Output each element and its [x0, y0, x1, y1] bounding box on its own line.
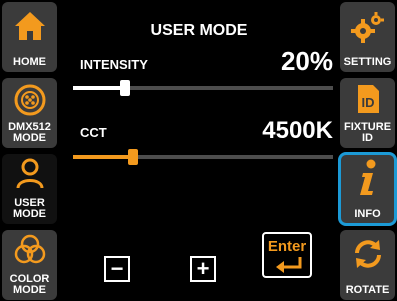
- page-title: USER MODE: [150, 22, 248, 39]
- enter-arrow-icon: [276, 257, 302, 273]
- intensity-slider-knob[interactable]: [120, 80, 130, 96]
- nav-dmx512-mode-button[interactable]: DMX512 MODE: [2, 78, 57, 148]
- nav-user-mode-button[interactable]: USER MODE: [2, 154, 57, 224]
- cct-label: CCT: [80, 125, 107, 140]
- intensity-label: INTENSITY: [80, 57, 148, 72]
- nav-fixture-id-button[interactable]: ID FIXTURE ID: [340, 78, 395, 148]
- nav-dmx512-mode-label: DMX512 MODE: [8, 121, 51, 144]
- nav-home-label: HOME: [13, 56, 46, 68]
- nav-color-mode-label: COLOR MODE: [9, 273, 50, 296]
- cct-value: 4500K: [262, 117, 333, 144]
- dmx-connector-icon: [14, 84, 45, 116]
- nav-info-label: INFO: [354, 208, 381, 220]
- plus-icon: +: [196, 256, 210, 281]
- minus-icon: −: [110, 256, 124, 281]
- nav-color-mode-button[interactable]: COLOR MODE: [2, 230, 57, 300]
- nav-rotate-label: ROTATE: [345, 284, 390, 296]
- enter-label: Enter: [267, 238, 307, 255]
- right-nav: SETTING ID FIXTURE ID INFO ROTATE: [338, 0, 397, 301]
- cct-slider[interactable]: [73, 149, 333, 165]
- color-circles-icon: [14, 234, 45, 264]
- nav-info-button[interactable]: INFO: [338, 152, 397, 226]
- home-icon: [14, 12, 45, 40]
- info-icon: [359, 159, 375, 195]
- gears-icon: [350, 12, 384, 43]
- increase-button[interactable]: +: [190, 256, 216, 282]
- nav-rotate-button[interactable]: ROTATE: [340, 230, 395, 300]
- nav-user-mode-label: USER MODE: [13, 197, 46, 220]
- nav-home-button[interactable]: HOME: [2, 2, 57, 72]
- svg-text:ID: ID: [361, 95, 374, 110]
- enter-button[interactable]: Enter: [262, 232, 312, 278]
- left-nav: HOME DMX512 MODE USER MODE COLOR MODE: [0, 0, 59, 301]
- user-icon: [16, 158, 43, 189]
- cct-slider-knob[interactable]: [128, 149, 138, 165]
- nav-setting-button[interactable]: SETTING: [340, 2, 395, 72]
- intensity-value: 20%: [280, 46, 333, 76]
- nav-fixture-id-label: FIXTURE ID: [343, 121, 392, 144]
- intensity-slider-fill: [73, 86, 125, 90]
- intensity-slider[interactable]: [73, 80, 333, 96]
- rotate-icon: [354, 240, 381, 268]
- nav-setting-label: SETTING: [343, 56, 392, 68]
- decrease-button[interactable]: −: [104, 256, 130, 282]
- id-icon: ID: [357, 85, 379, 113]
- cct-slider-fill: [73, 155, 133, 159]
